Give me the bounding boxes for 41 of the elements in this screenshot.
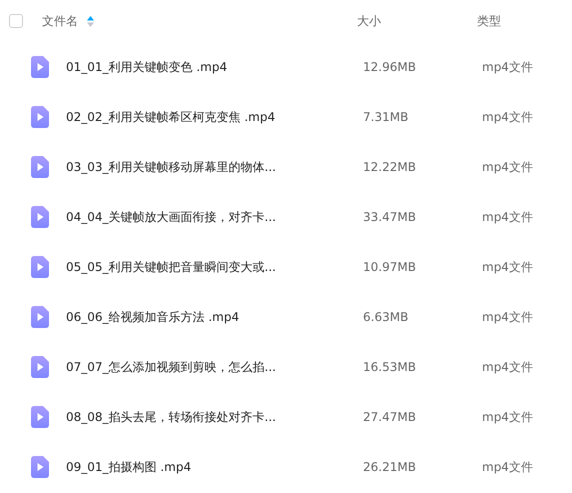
- video-file-icon: [31, 356, 49, 378]
- column-header[interactable]: 文件名: [42, 12, 78, 30]
- file-size: 12.96MB: [363, 60, 417, 74]
- file-name[interactable]: 09_01_拍摄构图 .mp4: [66, 458, 363, 476]
- video-file-icon: [31, 156, 49, 178]
- file-size: 16.53MB: [363, 360, 417, 374]
- file-type: mp4文件: [482, 208, 534, 226]
- sort-icon[interactable]: [87, 16, 94, 26]
- file-name[interactable]: 07_07_怎么添加视频到剪映，怎么掐...: [66, 358, 363, 376]
- file-type: mp4文件: [482, 58, 534, 76]
- file-type: mp4文件: [482, 358, 534, 376]
- column-header[interactable]: 类型: [477, 12, 501, 30]
- select-all-checkbox[interactable]: [9, 14, 23, 28]
- file-type: mp4文件: [482, 258, 534, 276]
- file-name[interactable]: 06_06_给视频加音乐方法 .mp4: [66, 308, 363, 326]
- file-name[interactable]: 01_01_利用关键帧变色 .mp4: [66, 58, 363, 76]
- video-file-icon: [31, 106, 49, 128]
- file-type: mp4文件: [482, 408, 534, 426]
- file-type: mp4文件: [482, 458, 534, 476]
- file-size: 6.63MB: [363, 310, 410, 324]
- file-type: mp4文件: [482, 158, 534, 176]
- file-name[interactable]: 04_04_关键帧放大画面衔接，对齐卡...: [66, 208, 363, 226]
- video-file-icon: [31, 256, 49, 278]
- file-name[interactable]: 05_05_利用关键帧把音量瞬间变大或...: [66, 258, 363, 276]
- file-size: 26.21MB: [363, 460, 417, 474]
- file-size: 33.47MB: [363, 210, 417, 224]
- video-file-icon: [31, 306, 49, 328]
- column-header[interactable]: 大小: [357, 12, 381, 30]
- video-file-icon: [31, 456, 49, 478]
- file-type: mp4文件: [482, 108, 534, 126]
- file-type: mp4文件: [482, 308, 534, 326]
- video-file-icon: [31, 56, 49, 78]
- file-size: 7.31MB: [363, 110, 410, 124]
- video-file-icon: [31, 206, 49, 228]
- file-name[interactable]: 08_08_掐头去尾，转场衔接处对齐卡...: [66, 408, 363, 426]
- file-size: 27.47MB: [363, 410, 417, 424]
- file-size: 10.97MB: [363, 260, 417, 274]
- file-size: 12.22MB: [363, 160, 417, 174]
- video-file-icon: [31, 406, 49, 428]
- file-name[interactable]: 02_02_利用关键帧希区柯克变焦 .mp4: [66, 108, 363, 126]
- file-name[interactable]: 03_03_利用关键帧移动屏幕里的物体...: [66, 158, 363, 176]
